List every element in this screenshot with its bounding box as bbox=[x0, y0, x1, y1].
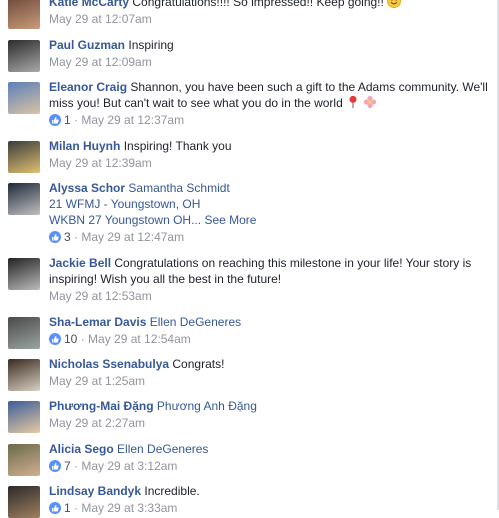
avatar[interactable] bbox=[8, 401, 40, 433]
like-count[interactable]: 3 bbox=[49, 230, 71, 244]
like-icon bbox=[49, 502, 61, 514]
comment-time[interactable]: May 29 at 2:27am bbox=[49, 416, 145, 430]
comment-text: Inspiring bbox=[128, 38, 174, 52]
avatar[interactable] bbox=[8, 359, 40, 391]
comment-time[interactable]: May 29 at 12:39am bbox=[49, 156, 152, 170]
commenter-name[interactable]: Katie McCarty bbox=[49, 0, 129, 9]
comment-line: 21 WFMJ - Youngstown, OH bbox=[49, 197, 201, 211]
pin-emoji-icon bbox=[349, 95, 357, 109]
like-count[interactable]: 10 bbox=[49, 332, 77, 346]
smiley-emoji-icon bbox=[387, 0, 402, 8]
comment-time[interactable]: May 29 at 3:33am bbox=[81, 501, 177, 515]
commenter-name[interactable]: Alicia Sego bbox=[49, 442, 114, 456]
comment-text: Inspiring! Thank you bbox=[123, 139, 232, 153]
commenter-name[interactable]: Paul Guzman bbox=[49, 38, 125, 52]
commenter-name[interactable]: Eleanor Craig bbox=[49, 80, 127, 94]
like-icon bbox=[49, 460, 61, 472]
avatar[interactable] bbox=[8, 40, 40, 72]
tagged-user[interactable]: Samantha Schmidt bbox=[128, 181, 229, 195]
comment-time[interactable]: May 29 at 12:37am bbox=[81, 113, 184, 127]
commenter-name[interactable]: Milan Huynh bbox=[49, 139, 120, 153]
like-icon bbox=[49, 231, 61, 243]
like-icon bbox=[49, 114, 61, 126]
like-count[interactable]: 7 bbox=[49, 459, 71, 473]
like-icon bbox=[49, 333, 61, 345]
comment-text: Incredible. bbox=[144, 484, 200, 498]
comment-time[interactable]: May 29 at 12:47am bbox=[81, 230, 184, 244]
commenter-name[interactable]: Jackie Bell bbox=[49, 256, 111, 270]
tagged-user[interactable]: Phương Anh Đặng bbox=[157, 399, 257, 413]
avatar[interactable] bbox=[8, 0, 40, 29]
see-more-link[interactable]: See More bbox=[204, 213, 256, 227]
avatar[interactable] bbox=[8, 258, 40, 290]
avatar[interactable] bbox=[8, 317, 40, 349]
commenter-name[interactable]: Alyssa Schor bbox=[49, 181, 125, 195]
commenter-name[interactable]: Phương-Mai Đặng bbox=[49, 399, 154, 413]
comment-text: Congratulations on reaching this milesto… bbox=[49, 256, 472, 286]
flower-emoji-icon bbox=[364, 95, 377, 109]
commenter-name[interactable]: Nicholas Ssenabulya bbox=[49, 357, 169, 371]
tagged-user[interactable]: Ellen DeGeneres bbox=[150, 315, 241, 329]
comment-time[interactable]: May 29 at 3:12am bbox=[81, 459, 177, 473]
comment-time[interactable]: May 29 at 12:54am bbox=[88, 332, 191, 346]
avatar[interactable] bbox=[8, 183, 40, 215]
avatar[interactable] bbox=[8, 141, 40, 173]
comment-text: Congratulations!!!! So impressed!! Keep … bbox=[132, 0, 384, 9]
tagged-user[interactable]: Ellen DeGeneres bbox=[117, 442, 208, 456]
avatar[interactable] bbox=[8, 82, 40, 114]
comment-time[interactable]: May 29 at 12:07am bbox=[49, 12, 152, 26]
commenter-name[interactable]: Lindsay Bandyk bbox=[49, 484, 141, 498]
avatar[interactable] bbox=[8, 444, 40, 476]
comment-time[interactable]: May 29 at 1:25am bbox=[49, 374, 145, 388]
like-count[interactable]: 1 bbox=[49, 501, 71, 515]
comment-time[interactable]: May 29 at 12:09am bbox=[49, 55, 152, 69]
like-count[interactable]: 1 bbox=[49, 113, 71, 127]
comment-text: Congrats! bbox=[172, 357, 225, 371]
comment-time[interactable]: May 29 at 12:53am bbox=[49, 289, 152, 303]
avatar[interactable] bbox=[8, 486, 40, 518]
commenter-name[interactable]: Sha-Lemar Davis bbox=[49, 315, 146, 329]
comment-line: WKBN 27 Youngstown OH... See More bbox=[49, 213, 257, 227]
